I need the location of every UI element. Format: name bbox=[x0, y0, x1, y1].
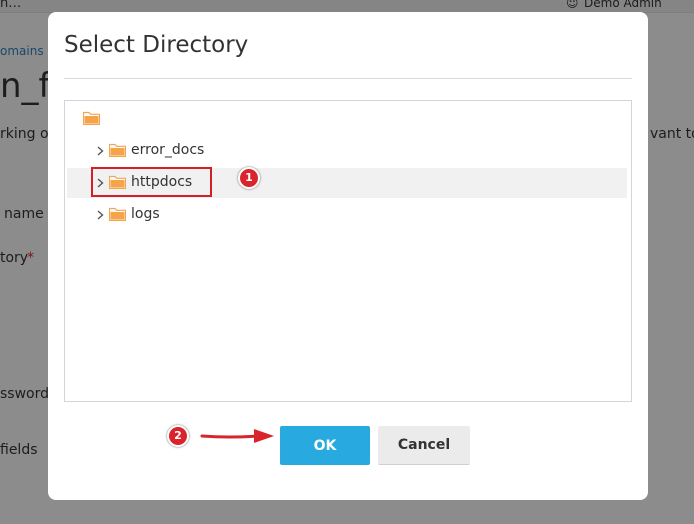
dialog-title: Select Directory bbox=[64, 32, 249, 58]
tree-item-logs[interactable]: logs bbox=[67, 200, 627, 230]
folder-icon bbox=[109, 207, 126, 221]
root-folder-icon[interactable] bbox=[83, 111, 100, 125]
directory-tree: error_docs httpdocs logs bbox=[64, 100, 632, 402]
annotation-badge-2: 2 bbox=[167, 425, 189, 447]
folder-icon bbox=[109, 143, 126, 157]
dialog-divider bbox=[64, 78, 632, 79]
tree-item-label: logs bbox=[131, 206, 160, 222]
tree-item-label: error_docs bbox=[131, 142, 205, 158]
chevron-right-icon[interactable] bbox=[97, 210, 104, 220]
tree-item-error-docs[interactable]: error_docs bbox=[67, 136, 627, 166]
annotation-badge-1: 1 bbox=[238, 167, 260, 189]
select-directory-dialog: Select Directory error_docs httpdocs log… bbox=[48, 12, 648, 500]
annotation-arrow-icon bbox=[200, 429, 274, 443]
annotation-highlight-box bbox=[91, 167, 212, 197]
cancel-button[interactable]: Cancel bbox=[378, 426, 470, 465]
ok-button[interactable]: OK bbox=[280, 426, 370, 465]
chevron-right-icon[interactable] bbox=[97, 146, 104, 156]
